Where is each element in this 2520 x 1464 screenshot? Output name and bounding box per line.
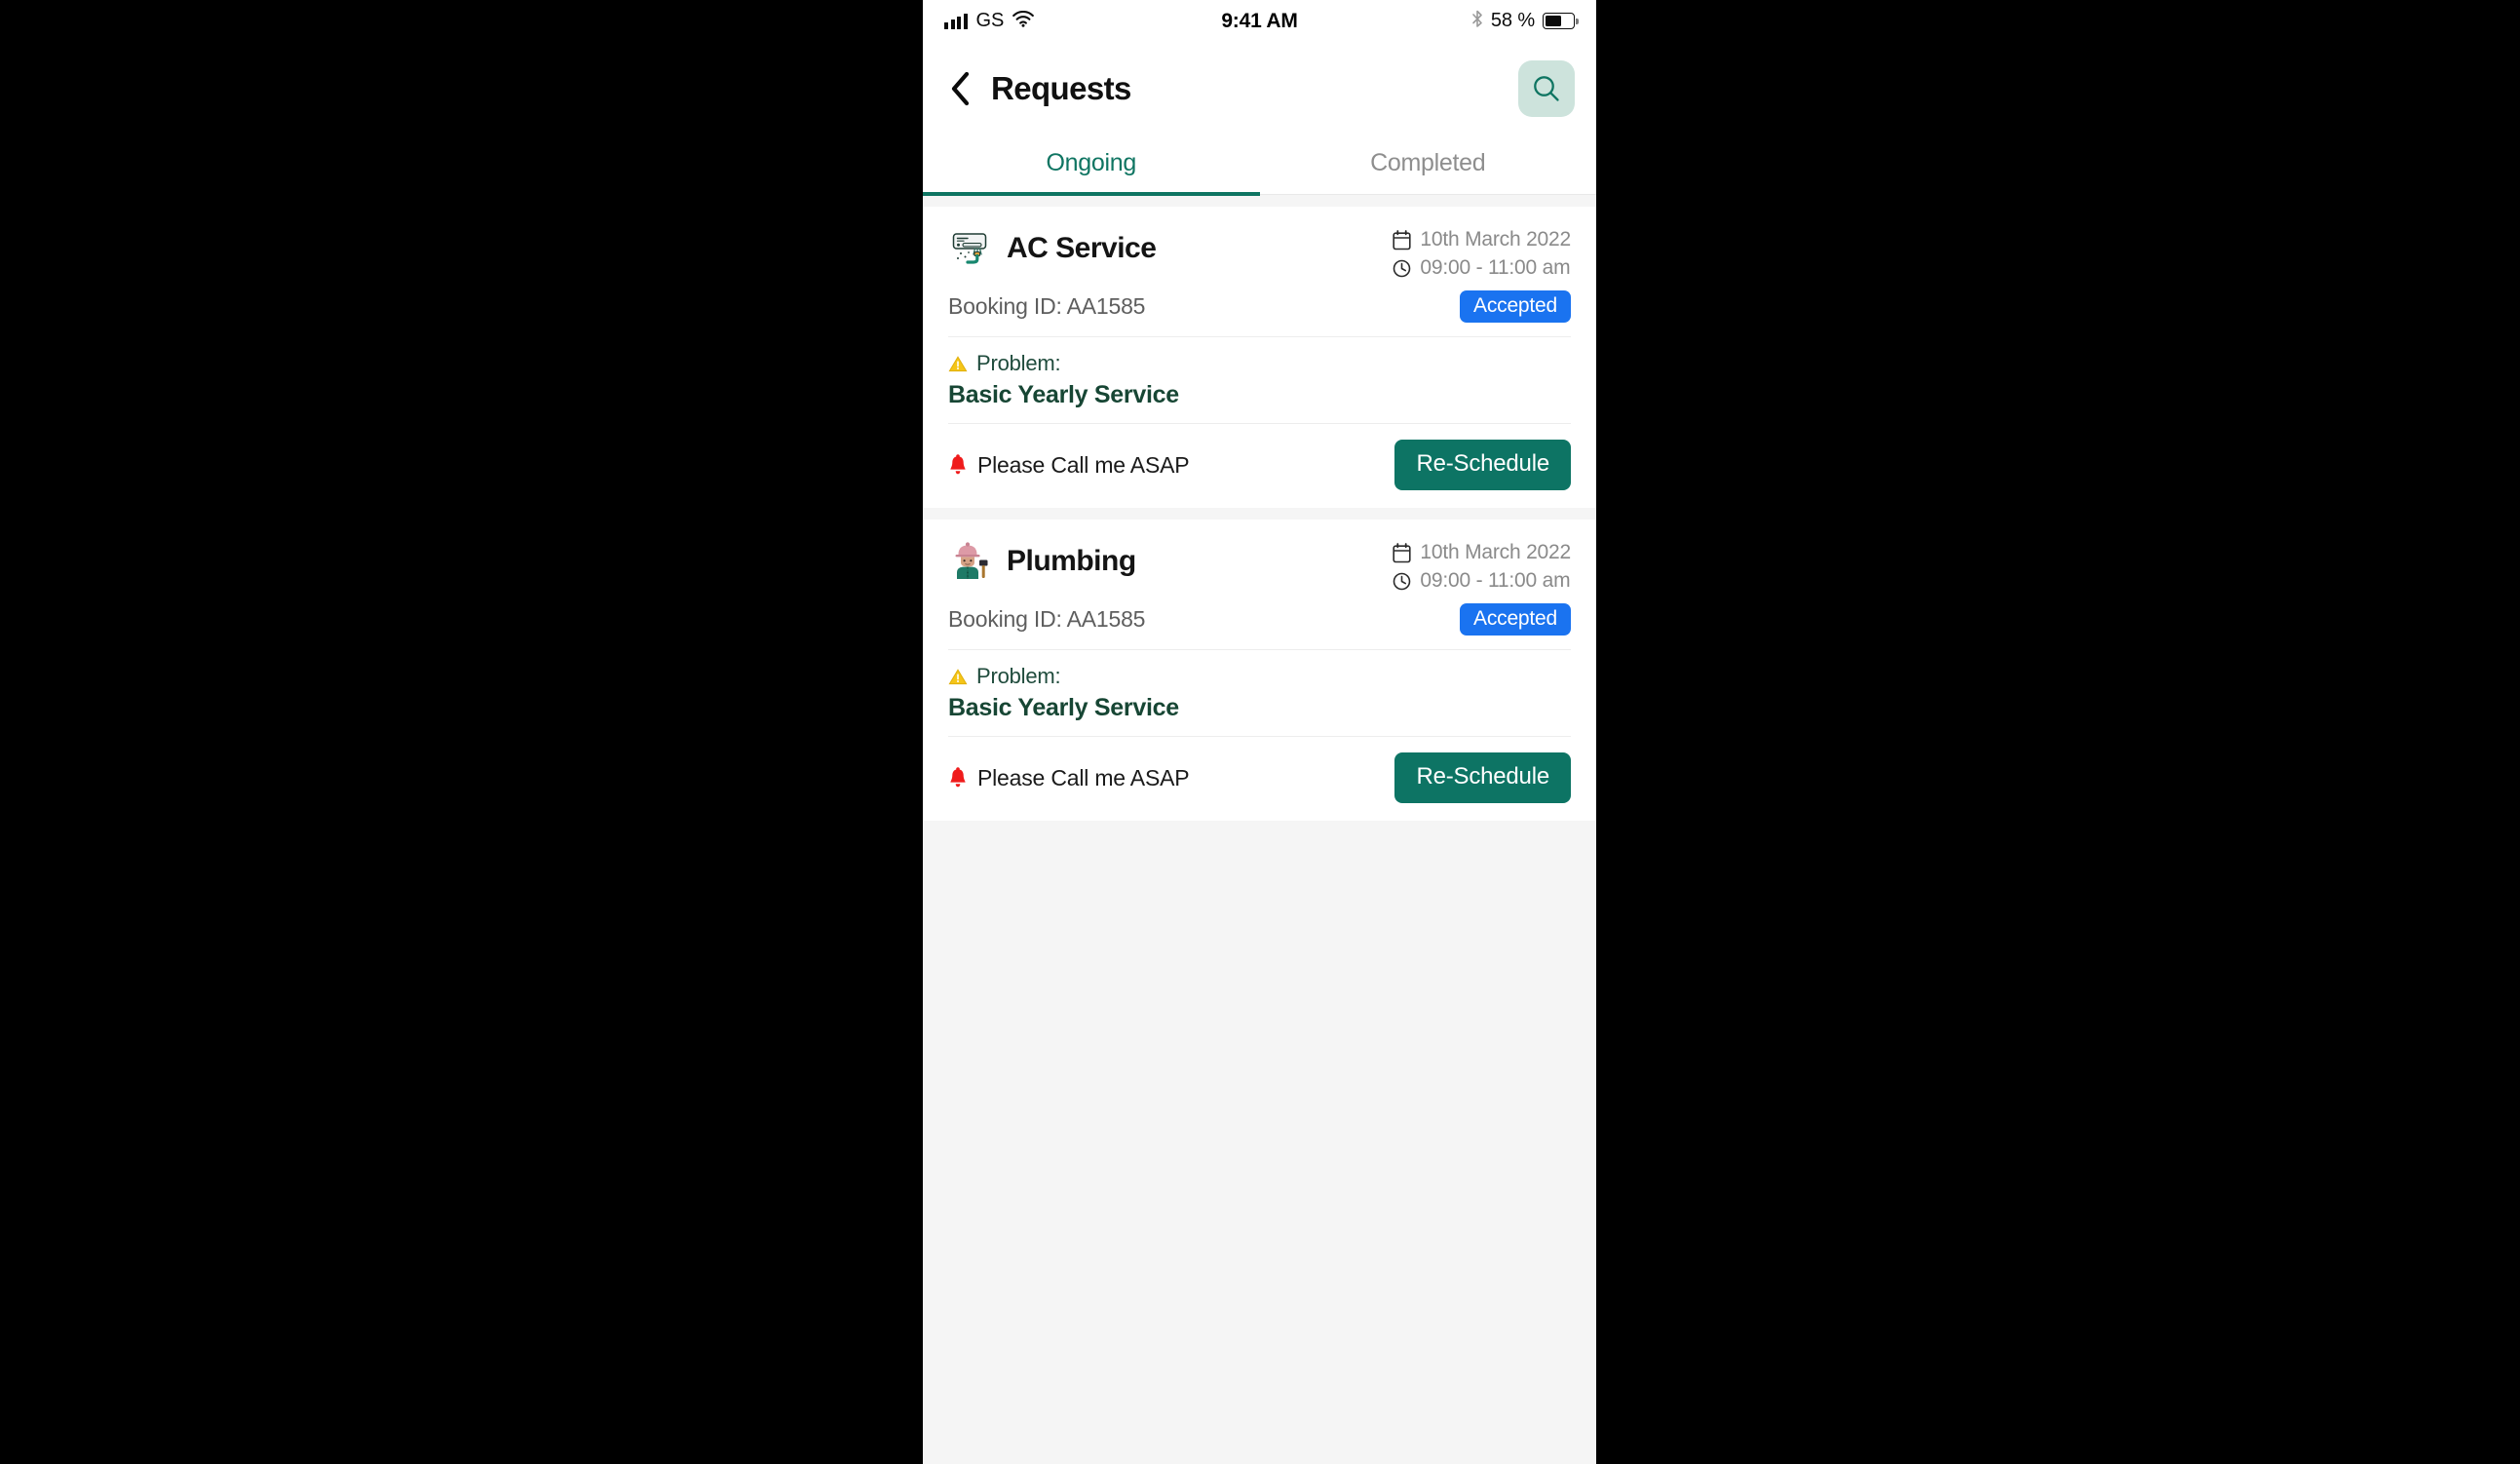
service-identity: AC Service: [948, 226, 1393, 271]
status-bar-right: 58 %: [1298, 10, 1580, 33]
phone-screen: GS 9:41 AM 58 % Requests Ongoing Complet…: [923, 0, 1596, 1464]
app-header: Requests: [923, 42, 1596, 135]
booking-id-row: Booking ID: AA1585 Accepted: [948, 285, 1571, 337]
note-label: Please Call me ASAP: [977, 764, 1190, 790]
date-label: 10th March 2022: [1420, 541, 1571, 563]
air-conditioner-cleaning-icon: [948, 226, 993, 271]
tab-completed[interactable]: Completed: [1260, 135, 1597, 194]
warning-triangle-icon: [948, 355, 968, 371]
date-label: 10th March 2022: [1420, 228, 1571, 250]
booking-id-row: Booking ID: AA1585 Accepted: [948, 597, 1571, 650]
booking-id-label: Booking ID: AA1585: [948, 606, 1146, 632]
signal-bars-icon: [944, 13, 968, 29]
time-row: 09:00 - 11:00 am: [1393, 569, 1571, 593]
wifi-icon: [1012, 10, 1035, 32]
schedule-meta: 10th March 2022 09:00 - 11:00 am: [1393, 226, 1571, 285]
tab-ongoing-label: Ongoing: [1046, 149, 1137, 176]
search-icon: [1534, 75, 1559, 101]
request-card-header: Plumbing 10th March 2022 09:00 - 11:00 a…: [948, 520, 1571, 597]
problem-block: Problem: Basic Yearly Service: [948, 337, 1571, 424]
status-bar: GS 9:41 AM 58 %: [923, 0, 1596, 42]
warning-triangle-icon: [948, 668, 968, 684]
date-row: 10th March 2022: [1393, 541, 1571, 564]
problem-label: Problem:: [976, 351, 1061, 375]
status-bar-left: GS: [944, 10, 1221, 32]
problem-label-row: Problem:: [948, 664, 1571, 689]
tab-ongoing[interactable]: Ongoing: [923, 135, 1260, 196]
carrier-label: GS: [975, 10, 1005, 31]
problem-value: Basic Yearly Service: [948, 381, 1179, 408]
clock-icon: [1394, 572, 1411, 590]
battery-percent-label: 58 %: [1490, 10, 1536, 31]
tab-bar: Ongoing Completed: [923, 135, 1597, 196]
status-badge: Accepted: [1460, 603, 1571, 636]
list-spacer: [923, 195, 1596, 207]
calendar-icon: [1393, 229, 1411, 250]
time-label: 09:00 - 11:00 am: [1420, 569, 1571, 592]
list-spacer: [923, 508, 1596, 520]
request-card[interactable]: AC Service 10th March 2022 09:00 - 11:00…: [923, 207, 1596, 508]
status-badge: Accepted: [1460, 290, 1571, 323]
battery-icon: [1543, 13, 1580, 29]
plumber-worker-icon: [948, 539, 993, 584]
note-row: Please Call me ASAP: [948, 764, 1190, 791]
bluetooth-icon: [1471, 10, 1483, 33]
clock-icon: [1394, 259, 1411, 277]
page-title: Requests: [991, 69, 1131, 106]
time-label: 09:00 - 11:00 am: [1420, 256, 1571, 279]
status-bar-time: 9:41 AM: [1221, 9, 1298, 32]
problem-label: Problem:: [976, 664, 1061, 688]
request-card[interactable]: Plumbing 10th March 2022 09:00 - 11:00 a…: [923, 520, 1596, 821]
problem-block: Problem: Basic Yearly Service: [948, 650, 1571, 737]
booking-id-label: Booking ID: AA1585: [948, 293, 1146, 319]
service-identity: Plumbing: [948, 539, 1393, 584]
note-row: Please Call me ASAP: [948, 451, 1190, 479]
note-label: Please Call me ASAP: [977, 451, 1190, 478]
problem-value: Basic Yearly Service: [948, 694, 1179, 721]
bell-icon: [950, 453, 966, 474]
schedule-meta: 10th March 2022 09:00 - 11:00 am: [1393, 539, 1571, 597]
service-name: Plumbing: [1007, 545, 1136, 577]
request-card-header: AC Service 10th March 2022 09:00 - 11:00…: [948, 207, 1571, 285]
re-schedule-button[interactable]: Re-Schedule: [1394, 440, 1571, 490]
tab-completed-label: Completed: [1370, 149, 1486, 176]
problem-label-row: Problem:: [948, 351, 1571, 376]
request-card-footer: Please Call me ASAP Re-Schedule: [948, 424, 1571, 508]
calendar-icon: [1393, 542, 1411, 562]
back-button[interactable]: [948, 69, 981, 108]
request-card-footer: Please Call me ASAP Re-Schedule: [948, 737, 1571, 821]
search-button[interactable]: [1518, 59, 1575, 117]
chevron-left-icon: [951, 71, 970, 105]
service-name: AC Service: [1007, 232, 1157, 264]
re-schedule-button[interactable]: Re-Schedule: [1394, 752, 1571, 803]
bell-icon: [950, 766, 966, 787]
requests-list[interactable]: AC Service 10th March 2022 09:00 - 11:00…: [923, 195, 1596, 1464]
time-row: 09:00 - 11:00 am: [1393, 256, 1571, 280]
date-row: 10th March 2022: [1393, 228, 1571, 251]
